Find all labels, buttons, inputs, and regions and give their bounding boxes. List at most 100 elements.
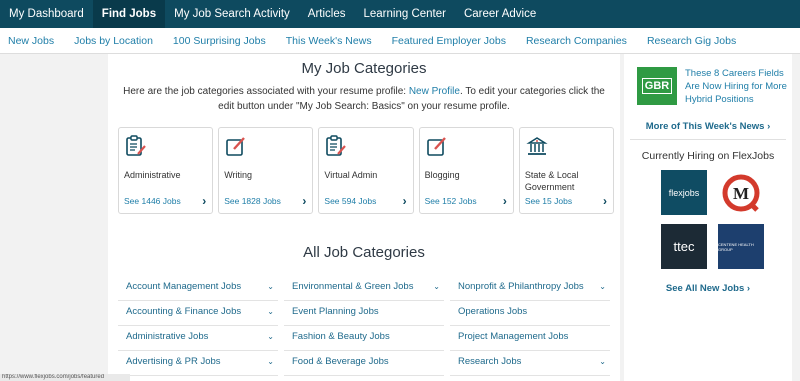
intro-text: Here are the job categories associated w… — [123, 86, 409, 97]
category-row: Administrative Jobs ⌄ Fashion & Beauty Job… — [118, 326, 612, 351]
gbr-logo[interactable]: GBR — [637, 67, 677, 105]
category-card[interactable]: Writing See 1828 Jobs › — [218, 127, 314, 214]
company-logo-ttec[interactable]: ttec — [661, 224, 707, 269]
chevron-right-icon: › — [767, 121, 771, 132]
subnav-item[interactable]: Jobs by Location — [64, 35, 163, 47]
category-job-count-link[interactable]: See 594 Jobs — [324, 196, 376, 206]
category-link[interactable]: Event Planning Jobs — [284, 301, 444, 326]
category-job-count-link[interactable]: See 1828 Jobs — [224, 196, 281, 206]
topnav-item[interactable]: My Dashboard — [0, 0, 93, 28]
edit-icon — [224, 134, 248, 158]
category-link[interactable]: Food & Beverage Jobs — [284, 351, 444, 376]
topnav-item[interactable]: Career Advice — [455, 0, 545, 28]
subnav-item[interactable]: Featured Employer Jobs — [382, 35, 516, 47]
company-logo-centene[interactable]: CENTENE HEALTH GROUP — [718, 224, 764, 269]
chevron-down-icon[interactable]: ⌄ — [267, 326, 274, 348]
company-logo-flexjobs[interactable]: flexjobs — [661, 170, 707, 215]
ttec-logo-text: ttec — [673, 239, 695, 254]
news-headline-link[interactable]: These 8 Careers Fields Are Now Hiring fo… — [685, 67, 791, 106]
chevron-down-icon[interactable]: ⌄ — [267, 351, 274, 373]
subnav-item[interactable]: This Week's News — [276, 35, 382, 47]
category-label: Project Management Jobs — [458, 331, 569, 342]
more-news-label: More of This Week's News — [645, 121, 765, 132]
subnav-item[interactable]: Research Companies — [516, 35, 637, 47]
government-building-icon — [525, 134, 549, 158]
topnav-item[interactable]: Learning Center — [355, 0, 455, 28]
chevron-down-icon[interactable]: ⌄ — [267, 276, 274, 298]
hiring-title: Currently Hiring on FlexJobs — [641, 150, 775, 162]
sidebar: GBR These 8 Careers Fields Are Now Hirin… — [624, 54, 792, 381]
category-link[interactable]: Nonprofit & Philanthropy Jobs ⌄ — [450, 276, 610, 301]
gbr-logo-text: GBR — [641, 78, 673, 94]
category-label: Accounting & Finance Jobs — [126, 306, 242, 317]
category-job-count-link[interactable]: See 1446 Jobs — [124, 196, 181, 206]
category-card[interactable]: State & Local Government See 15 Jobs › — [518, 127, 615, 214]
edit-icon — [425, 134, 449, 158]
category-name: Blogging — [424, 170, 460, 180]
category-job-count-link[interactable]: See 152 Jobs — [425, 196, 477, 206]
category-name: Virtual Admin — [324, 170, 378, 180]
category-link[interactable]: Accounting & Finance Jobs ⌄ — [118, 301, 278, 326]
category-label: Account Management Jobs — [126, 281, 242, 292]
m-logo-text: M — [733, 184, 749, 203]
category-link[interactable]: Project Management Jobs — [450, 326, 610, 351]
topnav-item[interactable]: My Job Search Activity — [165, 0, 299, 28]
main-content: My Job Categories Here are the job categ… — [108, 54, 620, 381]
category-row: Account Management Jobs ⌄ Environmental & … — [118, 276, 612, 301]
company-logo-m[interactable]: M — [718, 170, 764, 215]
chevron-down-icon[interactable]: ⌄ — [599, 276, 606, 298]
category-card[interactable]: Administrative See 1446 Jobs › — [118, 127, 214, 214]
chevron-down-icon[interactable]: ⌄ — [433, 276, 440, 298]
clipboard-icon — [324, 134, 348, 158]
sub-navigation: New Jobs Jobs by Location 100 Surprising J… — [0, 28, 800, 54]
category-link[interactable]: Administrative Jobs ⌄ — [118, 326, 278, 351]
chevron-down-icon[interactable]: ⌄ — [599, 351, 606, 373]
see-all-jobs-link[interactable]: See All New Jobs › — [624, 283, 792, 294]
category-link[interactable]: Account Management Jobs ⌄ — [118, 276, 278, 301]
category-card[interactable]: Virtual Admin See 594 Jobs › — [318, 127, 414, 214]
category-link[interactable]: Fashion & Beauty Jobs — [284, 326, 444, 351]
subnav-item[interactable]: Research Gig Jobs — [637, 35, 746, 47]
chevron-right-icon[interactable]: › — [403, 194, 407, 208]
all-categories-title: All Job Categories — [303, 244, 425, 261]
category-job-count-link[interactable]: See 15 Jobs — [525, 196, 572, 206]
category-label: Research Jobs — [458, 356, 522, 367]
chevron-right-icon[interactable]: › — [302, 194, 306, 208]
my-categories-title: My Job Categories — [301, 60, 427, 77]
category-label: Environmental & Green Jobs — [292, 281, 414, 292]
topnav-item[interactable]: Articles — [299, 0, 355, 28]
category-name: Administrative — [124, 170, 181, 180]
category-link[interactable]: Environmental & Green Jobs ⌄ — [284, 276, 444, 301]
category-row: Advertising & PR Jobs ⌄ Food & Beverage Jo… — [118, 351, 612, 376]
chevron-right-icon[interactable]: › — [503, 194, 507, 208]
topnav-item[interactable]: Find Jobs — [92, 0, 166, 28]
chevron-right-icon[interactable]: › — [603, 194, 607, 208]
profile-link[interactable]: New Profile — [409, 86, 460, 97]
category-link[interactable]: Research Jobs ⌄ — [450, 351, 610, 376]
divider — [630, 139, 786, 140]
category-label: Food & Beverage Jobs — [292, 356, 389, 367]
category-label: Advertising & PR Jobs — [126, 356, 221, 367]
subnav-item[interactable]: New Jobs — [0, 35, 64, 47]
top-navigation: My Dashboard Find Jobs My Job Search Activ… — [0, 0, 800, 28]
category-name: State & Local Government — [524, 170, 579, 192]
category-label: Nonprofit & Philanthropy Jobs — [458, 281, 584, 292]
more-news-link[interactable]: More of This Week's News › — [624, 121, 792, 132]
chevron-right-icon[interactable]: › — [202, 194, 206, 208]
category-link[interactable]: Operations Jobs — [450, 301, 610, 326]
clipboard-icon — [124, 134, 148, 158]
m-logo-icon: M — [722, 174, 760, 212]
chevron-right-icon: › — [746, 283, 751, 294]
all-categories-grid: Account Management Jobs ⌄ Environmental & … — [118, 276, 612, 376]
status-bar-url: https://www.flexjobs.com/jobs/featured — [0, 374, 130, 381]
category-cards: Administrative See 1446 Jobs › Writing See 1… — [118, 127, 615, 214]
category-card[interactable]: Blogging See 152 Jobs › — [418, 127, 514, 214]
category-link[interactable]: Advertising & PR Jobs ⌄ — [118, 351, 278, 376]
subnav-item[interactable]: 100 Surprising Jobs — [163, 35, 276, 47]
category-label: Administrative Jobs — [126, 331, 209, 342]
category-label: Operations Jobs — [458, 306, 528, 317]
chevron-down-icon[interactable]: ⌄ — [267, 301, 274, 323]
categories-intro: Here are the job categories associated w… — [118, 84, 610, 114]
category-name: Writing — [224, 170, 253, 180]
see-all-label: See All New Jobs — [665, 283, 745, 294]
